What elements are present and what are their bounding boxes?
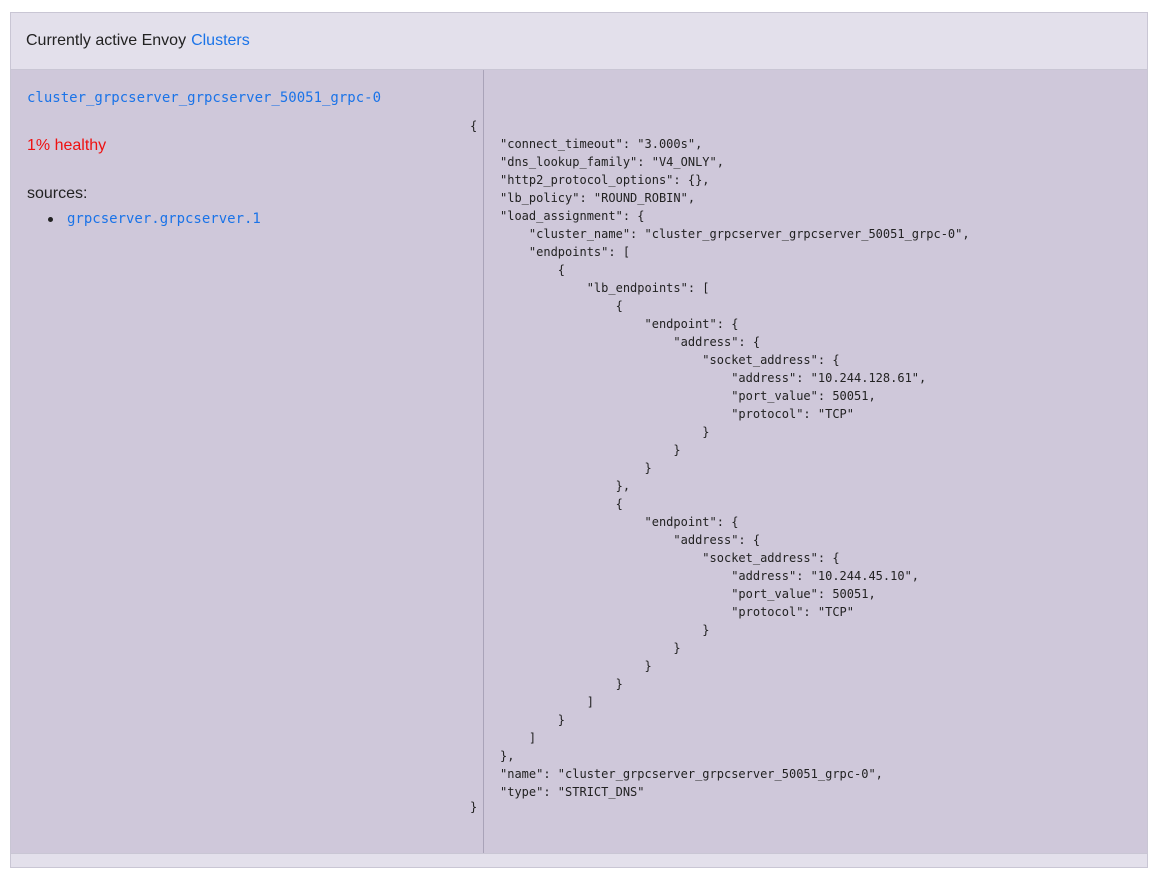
sources-label: sources: bbox=[27, 185, 88, 202]
config-line: } bbox=[500, 623, 710, 637]
config-open-brace: { bbox=[470, 119, 478, 133]
panel-footer bbox=[11, 853, 1147, 867]
config-line: "protocol": "TCP" bbox=[500, 605, 855, 619]
config-line: ] bbox=[500, 731, 537, 745]
config-line: "endpoints": [ bbox=[500, 245, 631, 259]
clusters-panel: Currently active Envoy Clusters cluster_… bbox=[10, 12, 1148, 868]
config-line: } bbox=[500, 443, 681, 457]
sources-list: grpcserver.grpcserver.1 bbox=[27, 210, 261, 228]
cluster-config-json: "connect_timeout": "3.000s", "dns_lookup_… bbox=[500, 135, 970, 801]
config-line: "port_value": 50051, bbox=[500, 587, 876, 601]
header-title: Currently active Envoy bbox=[26, 32, 187, 49]
config-line: "endpoint": { bbox=[500, 515, 739, 529]
config-line: "type": "STRICT_DNS" bbox=[500, 785, 645, 799]
config-line: } bbox=[500, 713, 566, 727]
config-line: ] bbox=[500, 695, 594, 709]
panel-header: Currently active Envoy Clusters bbox=[11, 13, 1147, 70]
config-line: }, bbox=[500, 749, 515, 763]
config-line: "socket_address": { bbox=[500, 353, 840, 367]
config-line: "address": "10.244.128.61", bbox=[500, 371, 927, 385]
cluster-name-link[interactable]: cluster_grpcserver_grpcserver_50051_grpc… bbox=[27, 90, 381, 106]
config-line: } bbox=[500, 461, 652, 475]
config-line: "name": "cluster_grpcserver_grpcserver_5… bbox=[500, 767, 883, 781]
config-line: "connect_timeout": "3.000s", bbox=[500, 137, 703, 151]
config-line: } bbox=[500, 641, 681, 655]
config-line: "dns_lookup_family": "V4_ONLY", bbox=[500, 155, 724, 169]
clusters-link[interactable]: Clusters bbox=[191, 32, 250, 50]
config-line: "endpoint": { bbox=[500, 317, 739, 331]
cluster-row: cluster_grpcserver_grpcserver_50051_grpc… bbox=[11, 70, 1147, 853]
config-line: } bbox=[500, 659, 652, 673]
config-line: "port_value": 50051, bbox=[500, 389, 876, 403]
config-line: { bbox=[500, 299, 623, 313]
config-line: { bbox=[500, 497, 623, 511]
config-line: "address": "10.244.45.10", bbox=[500, 569, 920, 583]
config-line: "protocol": "TCP" bbox=[500, 407, 855, 421]
config-line: "lb_endpoints": [ bbox=[500, 281, 710, 295]
config-line: "cluster_name": "cluster_grpcserver_grpc… bbox=[500, 227, 970, 241]
health-status: 1% healthy bbox=[27, 137, 107, 154]
bullet-icon bbox=[48, 217, 53, 222]
config-line: { bbox=[500, 263, 566, 277]
config-line: }, bbox=[500, 479, 631, 493]
cluster-info-column: cluster_grpcserver_grpcserver_50051_grpc… bbox=[11, 70, 484, 853]
config-line: "http2_protocol_options": {}, bbox=[500, 173, 710, 187]
config-line: } bbox=[500, 425, 710, 439]
config-line: } bbox=[500, 677, 623, 691]
config-close-brace: } bbox=[470, 800, 478, 814]
config-line: "load_assignment": { bbox=[500, 209, 645, 223]
source-item: grpcserver.grpcserver.1 bbox=[27, 210, 261, 228]
config-line: "address": { bbox=[500, 533, 761, 547]
source-link[interactable]: grpcserver.grpcserver.1 bbox=[67, 211, 261, 227]
config-line: "address": { bbox=[500, 335, 761, 349]
config-line: "socket_address": { bbox=[500, 551, 840, 565]
config-line: "lb_policy": "ROUND_ROBIN", bbox=[500, 191, 696, 205]
